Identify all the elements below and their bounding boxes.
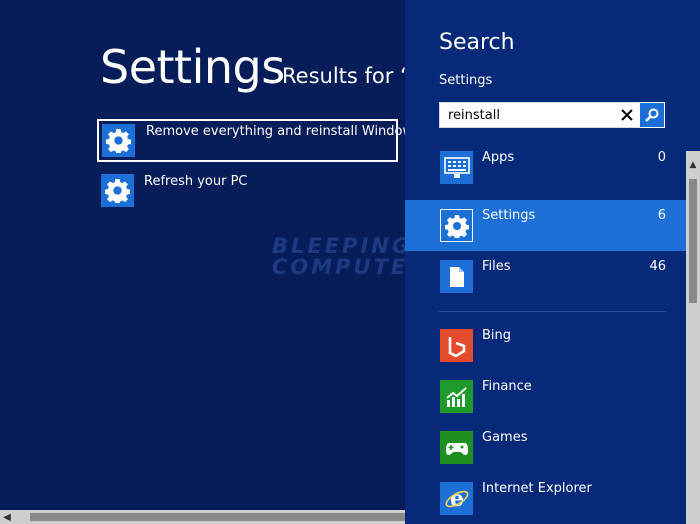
- result-item-label: Refresh your PC: [144, 174, 248, 189]
- result-item-remove-everything[interactable]: Remove everything and reinstall Windows: [97, 119, 405, 162]
- gear-icon: [102, 124, 135, 157]
- app-internet-explorer[interactable]: e Internet Explorer: [405, 473, 686, 524]
- results-pane: Settings Results for “r Remove everythin…: [0, 0, 405, 524]
- category-label: Files: [482, 259, 511, 274]
- app-games[interactable]: Games: [405, 422, 686, 473]
- gear-icon: [440, 209, 473, 242]
- category-label: Settings: [482, 208, 536, 223]
- result-item-label: Remove everything and reinstall Windows: [146, 124, 405, 139]
- search-panel-title: Search: [439, 30, 515, 55]
- search-category-apps[interactable]: Apps 0: [405, 142, 686, 193]
- category-count: 0: [657, 150, 666, 165]
- app-bing[interactable]: Bing: [405, 320, 686, 371]
- gear-icon: [101, 174, 134, 207]
- category-label: Apps: [482, 150, 515, 165]
- results-for-label: Results for “r: [282, 64, 405, 88]
- search-charm-panel: Search Settings Apps 0 Settings 6 Files …: [405, 0, 700, 524]
- app-label: Finance: [482, 379, 532, 394]
- app-finance[interactable]: Finance: [405, 371, 686, 422]
- scroll-up-icon[interactable]: ▲: [686, 151, 700, 179]
- search-input[interactable]: [440, 103, 610, 127]
- search-category-files[interactable]: Files 46: [405, 251, 686, 302]
- search-category-settings[interactable]: Settings 6: [405, 200, 686, 251]
- close-icon: [621, 109, 633, 121]
- search-icon: [645, 108, 659, 122]
- scroll-left-icon[interactable]: ◀: [0, 510, 14, 524]
- games-icon: [440, 431, 473, 464]
- scrollbar-thumb[interactable]: [689, 179, 697, 303]
- bing-icon: [440, 329, 473, 362]
- svg-text:e: e: [450, 486, 464, 512]
- app-label: Internet Explorer: [482, 481, 592, 496]
- vertical-scrollbar[interactable]: ▲: [686, 151, 700, 524]
- result-item-refresh-pc[interactable]: Refresh your PC: [97, 170, 398, 213]
- file-icon: [440, 260, 473, 293]
- search-scope-label: Settings: [439, 73, 493, 88]
- search-box: [439, 102, 665, 128]
- search-button[interactable]: [639, 102, 665, 128]
- horizontal-scrollbar[interactable]: ◀: [0, 510, 405, 524]
- watermark: BLEEPING COMPUTER: [272, 234, 405, 279]
- page-title: Settings: [100, 40, 285, 94]
- finance-icon: [440, 380, 473, 413]
- apps-icon: [440, 151, 473, 184]
- category-count: 46: [649, 259, 666, 274]
- app-label: Bing: [482, 328, 512, 343]
- category-count: 6: [657, 208, 666, 223]
- clear-search-button[interactable]: [616, 103, 638, 127]
- divider: [439, 311, 666, 312]
- ie-icon: e: [440, 482, 473, 515]
- app-label: Games: [482, 430, 528, 445]
- scrollbar-thumb[interactable]: [30, 513, 405, 521]
